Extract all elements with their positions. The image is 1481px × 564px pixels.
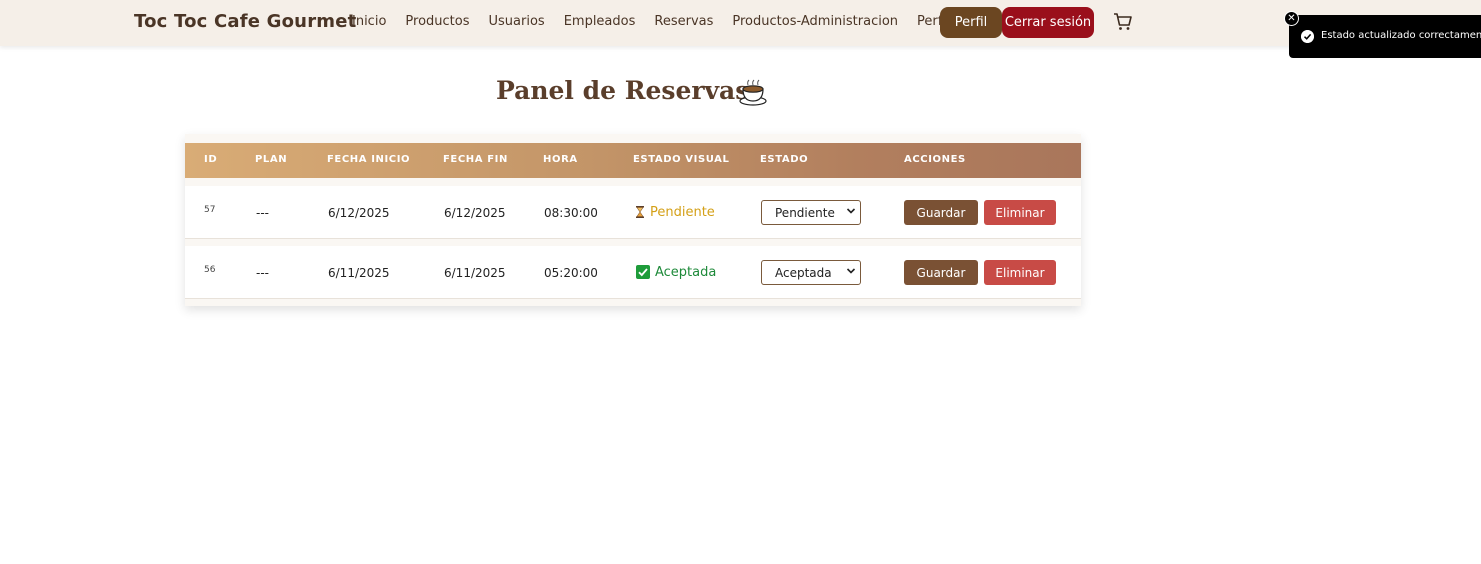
toast-message: Estado actualizado correctamente. [1321, 30, 1481, 41]
nav-link-productos-administracion[interactable]: Productos-Administracion [732, 14, 898, 29]
perfil-button[interactable]: Perfil [940, 7, 1002, 38]
header-id: ID [204, 154, 218, 165]
header-plan: PLAN [255, 154, 288, 165]
success-check-icon [1301, 30, 1314, 43]
estado-select[interactable]: Aceptada [761, 260, 861, 285]
table-row: 56 --- 6/11/2025 6/11/2025 05:20:00 Acep… [185, 246, 1081, 299]
cell-plan: --- [256, 206, 269, 220]
reservations-table: ID PLAN FECHA INICIO FECHA FIN HORA ESTA… [185, 134, 1081, 306]
estado-select-value: Aceptada [775, 266, 832, 280]
check-box-icon [636, 265, 650, 279]
header-estado-visual: ESTADO VISUAL [633, 154, 730, 165]
header-acciones: ACCIONES [904, 154, 966, 165]
cell-fecha-inicio: 6/12/2025 [328, 206, 390, 220]
logout-button[interactable]: Cerrar sesión [1002, 7, 1094, 38]
navbar: Toc Toc Cafe Gourmet Inicio Productos Us… [0, 0, 1481, 46]
save-button[interactable]: Guardar [904, 260, 978, 285]
cell-plan: --- [256, 266, 269, 280]
cell-id: 56 [204, 265, 216, 275]
header-fecha-inicio: FECHA INICIO [327, 154, 411, 165]
cell-fecha-fin: 6/12/2025 [444, 206, 506, 220]
page-title: Panel de Reservas [496, 76, 750, 105]
coffee-cup-icon [739, 79, 767, 106]
estado-select[interactable]: Pendiente [761, 200, 861, 225]
cell-id: 57 [204, 205, 216, 215]
nav-link-productos[interactable]: Productos [405, 14, 469, 29]
estado-select-value: Pendiente [775, 206, 835, 220]
brand-title[interactable]: Toc Toc Cafe Gourmet [134, 11, 356, 32]
hourglass-icon [636, 206, 644, 218]
header-fecha-fin: FECHA FIN [443, 154, 508, 165]
nav-link-reservas[interactable]: Reservas [654, 14, 713, 29]
toast-close-icon[interactable]: ✕ [1284, 11, 1299, 26]
chevron-down-icon [846, 268, 856, 274]
cell-fecha-fin: 6/11/2025 [444, 266, 506, 280]
status-visual-text: Aceptada [655, 265, 717, 280]
save-button[interactable]: Guardar [904, 200, 978, 225]
cell-hora: 08:30:00 [544, 206, 598, 220]
header-estado: ESTADO [760, 154, 809, 165]
nav-link-usuarios[interactable]: Usuarios [489, 14, 545, 29]
nav-links: Inicio Productos Usuarios Empleados Rese… [352, 14, 950, 29]
status-visual-text: Pendiente [650, 205, 715, 220]
cell-fecha-inicio: 6/11/2025 [328, 266, 390, 280]
delete-button[interactable]: Eliminar [984, 260, 1056, 285]
header-hora: HORA [543, 154, 578, 165]
nav-link-empleados[interactable]: Empleados [564, 14, 636, 29]
cell-hora: 05:20:00 [544, 266, 598, 280]
nav-link-inicio[interactable]: Inicio [352, 14, 386, 29]
table-row: 57 --- 6/12/2025 6/12/2025 08:30:00 Pend… [185, 186, 1081, 239]
cart-icon[interactable] [1113, 12, 1133, 32]
delete-button[interactable]: Eliminar [984, 200, 1056, 225]
chevron-down-icon [846, 208, 856, 214]
table-header: ID PLAN FECHA INICIO FECHA FIN HORA ESTA… [185, 143, 1081, 178]
toast-notification: Estado actualizado correctamente. [1289, 15, 1481, 58]
